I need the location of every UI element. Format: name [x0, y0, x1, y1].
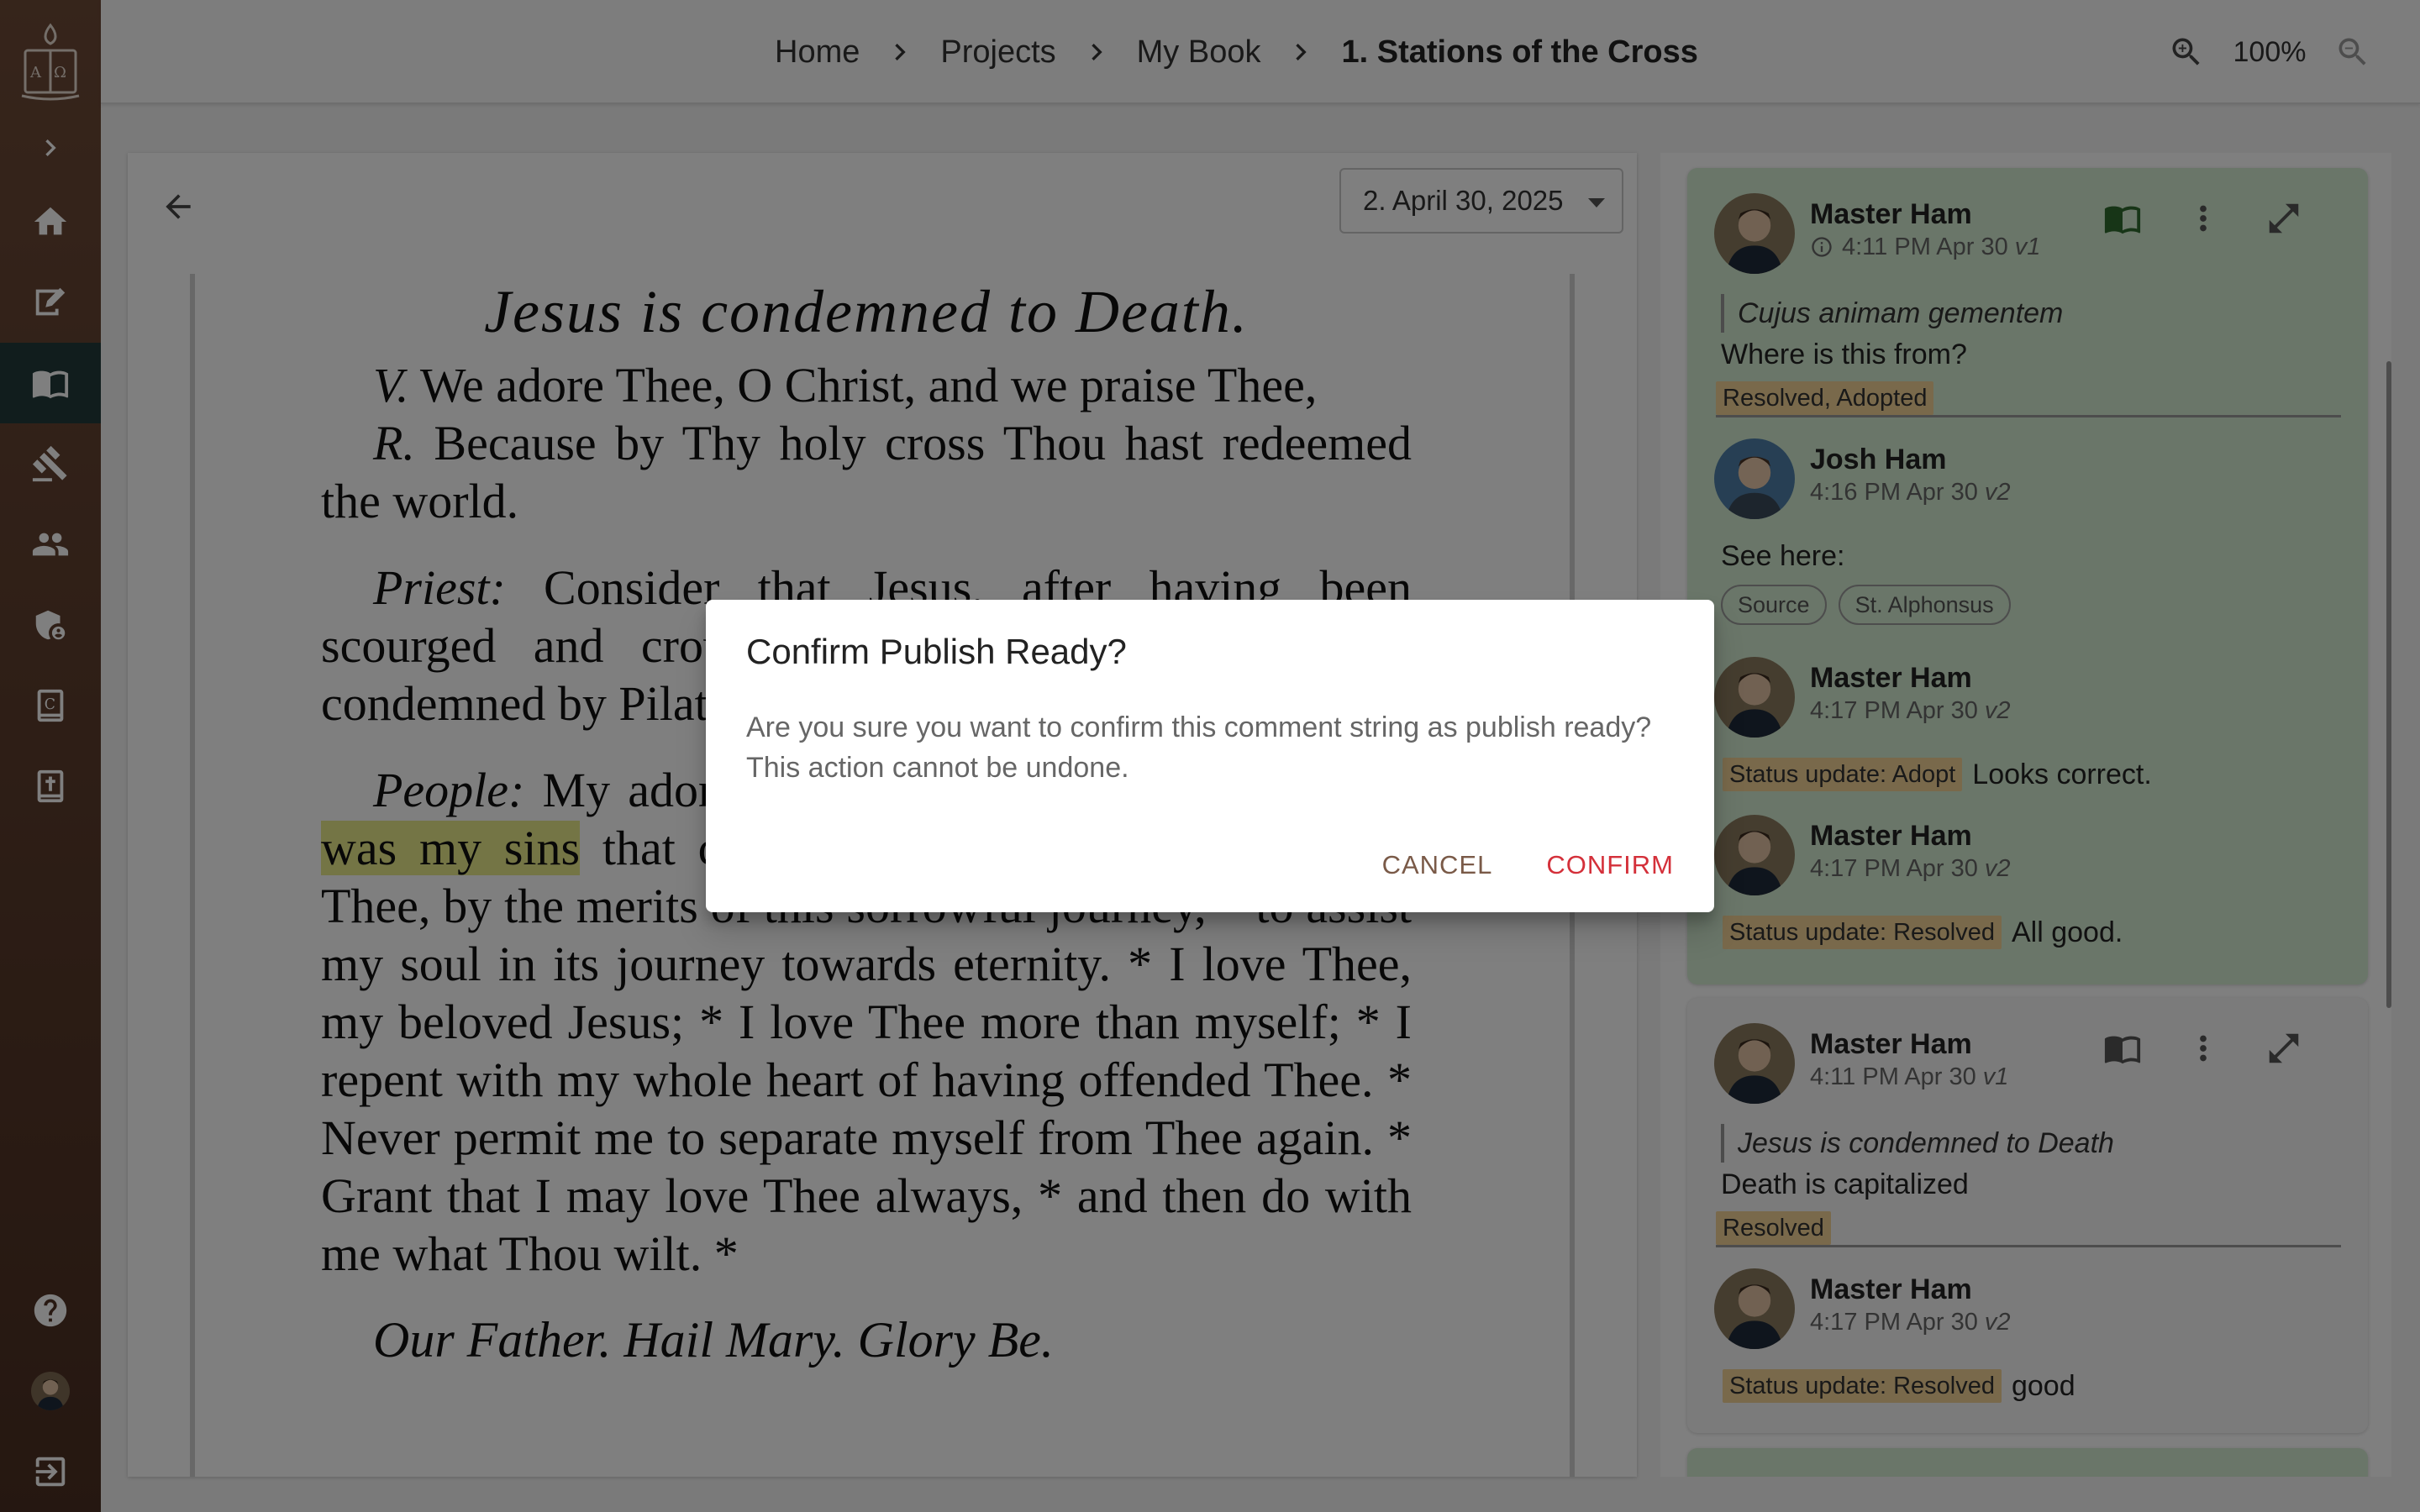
dialog-message: Are you sure you want to confirm this co…: [746, 711, 1652, 784]
confirm-publish-dialog: Confirm Publish Ready? Are you sure you …: [706, 600, 1714, 912]
dialog-actions: CANCEL CONFIRM: [1369, 842, 1687, 889]
confirm-button[interactable]: CONFIRM: [1533, 842, 1687, 889]
dialog-title: Confirm Publish Ready?: [746, 632, 1127, 671]
cancel-button[interactable]: CANCEL: [1369, 842, 1507, 889]
